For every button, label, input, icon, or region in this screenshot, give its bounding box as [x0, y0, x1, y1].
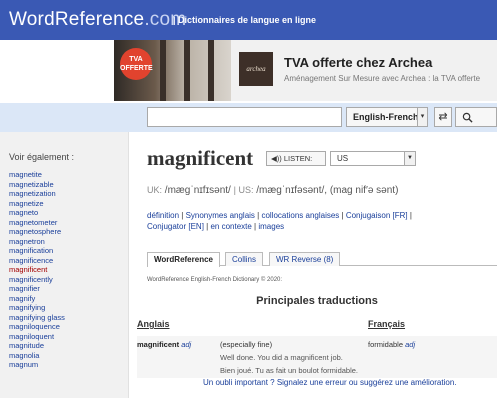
- listen-label: LISTEN:: [283, 154, 313, 163]
- pron-uk-label: UK:: [147, 185, 163, 195]
- translation-pos[interactable]: adj: [405, 340, 415, 349]
- sidebar-item[interactable]: magnifying: [9, 303, 65, 313]
- example-english: Well done. You did a magnificent job.: [220, 353, 343, 362]
- sidebar-item[interactable]: magnetizable: [9, 180, 65, 190]
- translation-word: formidable: [368, 340, 404, 349]
- ad-badge: TVA OFFERTE: [120, 48, 153, 80]
- site-logo[interactable]: WordReference.com: [9, 9, 186, 31]
- sidebar-item[interactable]: magneto: [9, 208, 65, 218]
- top-header: WordReference.com | Dictionnaires de lan…: [0, 0, 497, 40]
- link-images[interactable]: images: [258, 222, 284, 231]
- headword: magnificent: [147, 146, 254, 170]
- entry-sense: (especially fine): [220, 340, 273, 349]
- search-icon: [462, 112, 473, 123]
- entry-translation: formidable adj: [368, 340, 415, 349]
- link-definition[interactable]: définition: [147, 211, 179, 220]
- sidebar-item[interactable]: magnifier: [9, 284, 65, 294]
- tab-wr-reverse[interactable]: WR Reverse (8): [269, 252, 341, 266]
- sidebar-item[interactable]: magnificence: [9, 256, 65, 266]
- pronunciation: UK: /mæɡˈnɪfɪsənt/ | US: /mæɡˈnɪfəsənt/,…: [147, 185, 399, 196]
- tab-collins[interactable]: Collins: [225, 252, 264, 266]
- search-input[interactable]: [147, 107, 342, 127]
- sidebar-item[interactable]: magnetite: [9, 170, 65, 180]
- column-header-english: Anglais: [137, 319, 170, 329]
- pron-uk: /mæɡˈnɪfɪsənt/: [164, 185, 231, 196]
- tab-wordreference[interactable]: WordReference: [147, 252, 220, 267]
- sidebar-item[interactable]: magnetron: [9, 237, 65, 247]
- chevron-down-icon[interactable]: ▾: [417, 107, 428, 127]
- sidebar-item[interactable]: magnificent: [9, 265, 65, 275]
- sidebar-item[interactable]: magnetosphere: [9, 227, 65, 237]
- sidebar-item[interactable]: magnum: [9, 360, 65, 370]
- link-conjugation-fr[interactable]: Conjugaison [FR]: [346, 211, 408, 220]
- sidebar-item[interactable]: magnetize: [9, 199, 65, 209]
- pron-us: /mæɡˈnɪfəsənt/, (mag nif′ə sənt): [256, 185, 399, 196]
- ad-banner[interactable]: TVA OFFERTE archea TVA offerte chez Arch…: [114, 40, 497, 101]
- speaker-icon: ◀)): [271, 154, 284, 163]
- column-header-french: Français: [368, 319, 406, 329]
- sidebar-item[interactable]: magnitude: [9, 341, 65, 351]
- section-title: Principales traductions: [256, 295, 378, 307]
- see-also-list: magnetite magnetizable magnetization magnet…: [9, 170, 65, 370]
- link-synonyms[interactable]: Synonymes anglais: [186, 211, 255, 220]
- ad-brand-logo: archea: [239, 52, 273, 86]
- site-tagline: | Dictionnaires de langue en ligne: [173, 15, 317, 25]
- example-french: Bien joué. Tu as fait un boulot formidab…: [220, 366, 359, 375]
- see-also-title: Voir également :: [9, 152, 75, 162]
- entry-source-word: magnificent adj: [137, 340, 191, 349]
- sidebar-item[interactable]: magnetometer: [9, 218, 65, 228]
- pron-us-label: US:: [238, 185, 254, 195]
- source-word: magnificent: [137, 340, 180, 349]
- ad-title[interactable]: TVA offerte chez Archea: [284, 55, 432, 70]
- link-context[interactable]: en contexte: [210, 222, 251, 231]
- source-pos[interactable]: adj: [181, 340, 191, 349]
- sidebar-item[interactable]: magnify: [9, 294, 65, 304]
- chevron-down-icon[interactable]: ▼: [404, 151, 416, 166]
- logo-text: WordReference: [9, 9, 145, 30]
- related-links: définition | Synonymes anglais | colloca…: [147, 211, 412, 231]
- language-select[interactable]: English-French: [346, 107, 428, 127]
- swap-arrows-icon[interactable]: ⇄: [434, 107, 452, 127]
- dictionary-tabs: WordReference Collins WR Reverse (8): [147, 252, 497, 267]
- listen-button[interactable]: ◀)) LISTEN:: [266, 151, 326, 166]
- link-conjugator-en[interactable]: Conjugator [EN]: [147, 222, 204, 231]
- sidebar-item[interactable]: magnetization: [9, 189, 65, 199]
- dictionary-credit: WordReference English-French Dictionary …: [147, 277, 283, 283]
- ad-subtitle: Aménagement Sur Mesure avec Archea : la …: [284, 74, 481, 83]
- search-button[interactable]: [455, 107, 497, 127]
- sidebar-item[interactable]: magnification: [9, 246, 65, 256]
- sidebar-item[interactable]: magnifying glass: [9, 313, 65, 323]
- sidebar-item[interactable]: magnolia: [9, 351, 65, 361]
- sidebar-item[interactable]: magnificently: [9, 275, 65, 285]
- sidebar-item[interactable]: magniloquent: [9, 332, 65, 342]
- search-bar-left: [0, 103, 129, 132]
- sidebar-item[interactable]: magniloquence: [9, 322, 65, 332]
- report-error-link[interactable]: Un oubli important ? Signalez une erreur…: [203, 378, 456, 387]
- link-collocations[interactable]: collocations anglaises: [261, 211, 339, 220]
